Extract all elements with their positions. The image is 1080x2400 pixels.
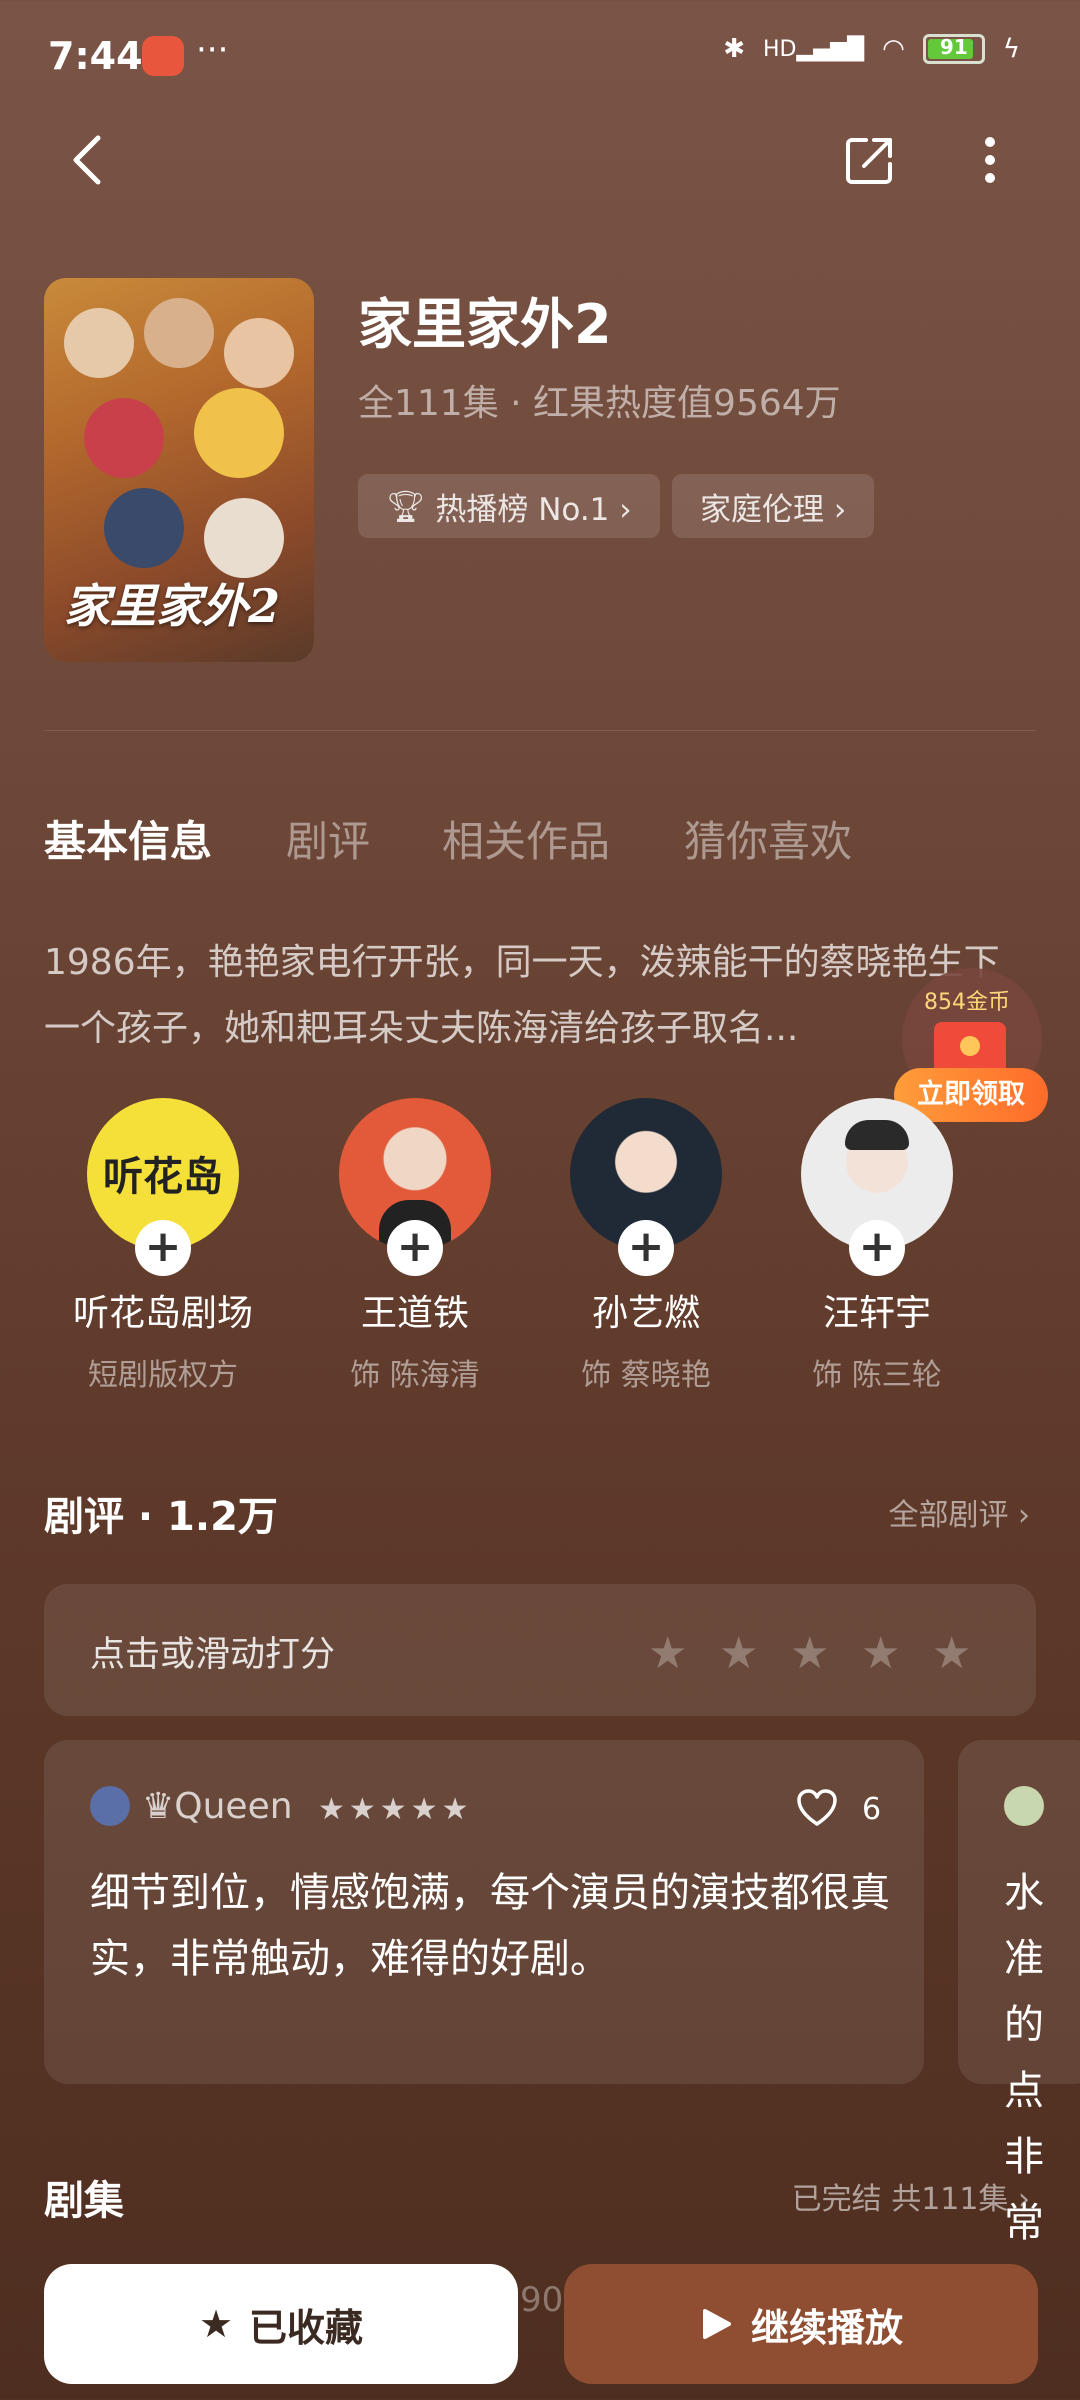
status-time: 7:44 (48, 34, 143, 78)
tab-basic-info[interactable]: 基本信息 (44, 808, 212, 869)
bluetooth-icon: ✱ (723, 34, 745, 64)
play-icon (702, 2309, 731, 2339)
reviewer-avatar (90, 1786, 130, 1826)
like-count: 6 (862, 1792, 882, 1827)
favorite-label: 已收藏 (249, 2305, 364, 2350)
review-text: 细节到位，情感饱满，每个演员的演技都很真实，非常触动，难得的好剧。 (90, 1870, 890, 1982)
ranking-chip-label: 热播榜 No.1 › (435, 491, 632, 528)
cellular-signal-icon: HD▂▄▆█ (762, 36, 865, 62)
rating-prompt: 点击或滑动打分 (90, 1635, 336, 1675)
trophy-icon: 🏆︎ (386, 488, 426, 525)
cast-name: 听花岛剧场 (72, 1293, 253, 1334)
battery-icon: 91 (922, 34, 985, 64)
cast-name: 孙艺燃 (591, 1293, 700, 1334)
all-reviews-link[interactable]: 全部剧评 › (888, 1490, 1030, 1534)
genre-chip-label: 家庭伦理 › (700, 491, 847, 528)
coin-amount: 854金币 (924, 990, 1010, 1015)
rating-star-2-icon[interactable]: ★ (719, 1628, 758, 1679)
show-description[interactable]: 1986年，艳艳家电行开张，同一天，泼辣能干的蔡晓艳生下一个孩子，她和耙耳朵丈夫… (44, 930, 1034, 1062)
rating-star-1-icon[interactable]: ★ (648, 1628, 687, 1679)
cast-item-actor[interactable]: + 汪轩宇 饰 陈三轮 (782, 1098, 972, 1394)
cast-item-producer[interactable]: 听花岛 + 听花岛剧场 短剧版权方 (68, 1098, 258, 1394)
continue-play-button[interactable]: 继续播放 (564, 2264, 1038, 2384)
favorite-button[interactable]: ★ 已收藏 (44, 2264, 518, 2384)
ranking-chip[interactable]: 🏆︎ 热播榜 No.1 › (358, 474, 660, 538)
more-options-icon[interactable] (970, 132, 1010, 188)
reviewer-avatar (1004, 1786, 1044, 1826)
more-notifications-icon: ··· (196, 30, 229, 70)
like-heart-icon[interactable] (796, 1788, 838, 1828)
continue-play-label: 继续播放 (750, 2305, 903, 2350)
back-icon[interactable] (60, 130, 120, 190)
show-meta: 全111集 · 红果热度值9564万 (358, 383, 841, 424)
poster-title: 家里家外2 (64, 579, 281, 633)
cast-item-actor[interactable]: + 孙艺燃 饰 蔡晓艳 (551, 1098, 741, 1394)
wifi-icon: ◠ (882, 34, 905, 64)
follow-plus-icon[interactable]: + (135, 1220, 191, 1276)
divider (44, 730, 1036, 731)
review-stars: ★★★★★ (318, 1792, 473, 1827)
episode-peek: 90 (520, 2280, 564, 2320)
star-icon: ★ (198, 2302, 234, 2346)
episodes-link[interactable]: 已完结 共111集 › (792, 2174, 1030, 2218)
cast-role: 饰 陈海清 (350, 1358, 480, 1393)
producer-logo-text: 听花岛 (103, 1154, 223, 1200)
cast-role: 短剧版权方 (88, 1358, 238, 1393)
app-notification-icon (142, 36, 184, 76)
share-icon[interactable] (842, 132, 898, 188)
status-icons: ✱ HD▂▄▆█ ◠ 91 ϟ (723, 34, 1020, 64)
cast-name: 汪轩宇 (822, 1293, 931, 1334)
cast-name: 王道铁 (360, 1293, 469, 1334)
show-title: 家里家外2 (358, 293, 612, 356)
cast-role: 饰 蔡晓艳 (581, 1358, 711, 1393)
follow-plus-icon[interactable]: + (387, 1220, 443, 1276)
tab-related-works[interactable]: 相关作品 (442, 808, 610, 869)
charging-icon: ϟ (1002, 34, 1020, 64)
cast-role: 饰 陈三轮 (812, 1358, 942, 1393)
episodes-section-title: 剧集 (44, 2178, 124, 2224)
rating-star-4-icon[interactable]: ★ (861, 1628, 900, 1679)
follow-plus-icon[interactable]: + (618, 1220, 674, 1276)
genre-chip[interactable]: 家庭伦理 › (672, 474, 875, 538)
rating-star-3-icon[interactable]: ★ (790, 1628, 829, 1679)
tab-reviews[interactable]: 剧评 (286, 808, 370, 869)
reviews-section-title: 剧评 · 1.2万 (44, 1494, 278, 1540)
reviewer-name: ♛Queen (142, 1786, 293, 1827)
battery-level: 91 (939, 35, 968, 59)
follow-plus-icon[interactable]: + (849, 1220, 905, 1276)
tab-recommendations[interactable]: 猜你喜欢 (684, 808, 852, 869)
rating-star-5-icon[interactable]: ★ (932, 1628, 971, 1679)
cast-item-actor[interactable]: + 王道铁 饰 陈海清 (320, 1098, 510, 1394)
show-poster: 家里家外2 (44, 278, 314, 662)
